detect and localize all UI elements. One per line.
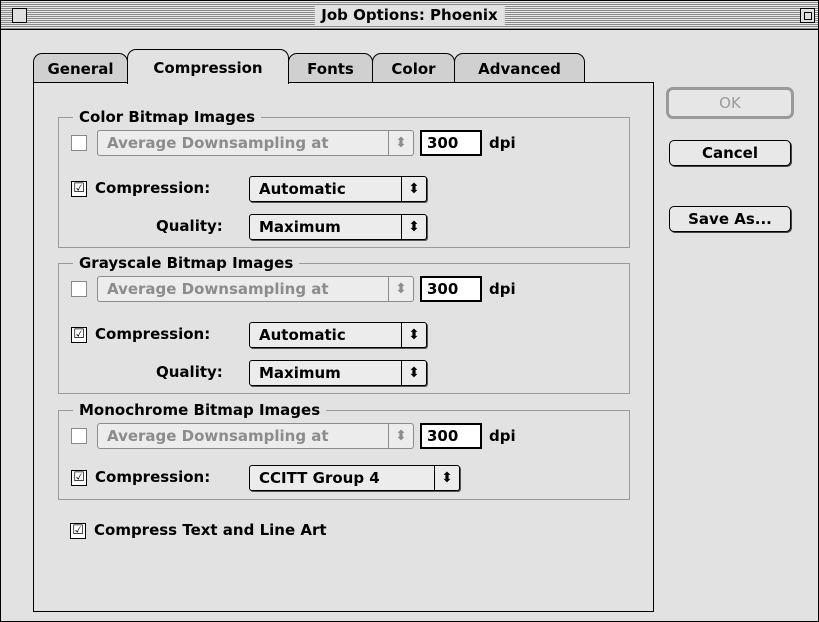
popup-arrows-icon: ⬍ xyxy=(388,424,413,448)
group-title: Monochrome Bitmap Images xyxy=(73,399,327,421)
downsampling-method-value: Average Downsampling at xyxy=(107,134,329,152)
cancel-button[interactable]: Cancel xyxy=(669,140,791,166)
quality-label: Quality: xyxy=(156,217,223,235)
color-bitmap-group: Color Bitmap Images Average Downsampling… xyxy=(58,106,630,248)
popup-arrows-icon: ⬍ xyxy=(401,215,426,239)
compression-value: Automatic xyxy=(259,326,346,344)
popup-arrows-icon: ⬍ xyxy=(401,361,426,385)
compression-select[interactable]: CCITT Group 4 ⬍ xyxy=(249,465,460,491)
popup-arrows-icon: ⬍ xyxy=(388,131,413,155)
dpi-field[interactable]: 300 xyxy=(420,130,482,156)
quality-value: Maximum xyxy=(259,364,341,382)
downsampling-method-value: Average Downsampling at xyxy=(107,427,329,445)
window-title: Job Options: Phoenix xyxy=(314,5,505,25)
close-box-icon[interactable] xyxy=(12,8,27,23)
tab-fonts[interactable]: Fonts xyxy=(288,53,373,83)
tab-compression[interactable]: Compression xyxy=(127,49,289,84)
popup-arrows-icon: ⬍ xyxy=(401,323,426,347)
compression-checkbox[interactable]: ☑ xyxy=(71,470,87,486)
zoom-box-icon[interactable] xyxy=(800,8,815,23)
group-title: Color Bitmap Images xyxy=(73,106,262,128)
grayscale-bitmap-group: Grayscale Bitmap Images Average Downsamp… xyxy=(58,252,630,394)
title-bar[interactable]: Job Options: Phoenix xyxy=(1,1,818,30)
monochrome-bitmap-group: Monochrome Bitmap Images Average Downsam… xyxy=(58,399,630,500)
downsampling-method-select[interactable]: Average Downsampling at ⬍ xyxy=(97,423,414,449)
downsampling-method-select[interactable]: Average Downsampling at ⬍ xyxy=(97,276,414,302)
compress-text-checkbox[interactable]: ☑ xyxy=(70,523,86,539)
popup-arrows-icon: ⬍ xyxy=(434,466,459,490)
downsampling-checkbox[interactable] xyxy=(71,135,87,151)
dpi-unit-label: dpi xyxy=(489,280,516,298)
tab-color[interactable]: Color xyxy=(372,53,455,83)
group-title: Grayscale Bitmap Images xyxy=(73,252,300,274)
downsampling-checkbox[interactable] xyxy=(71,428,87,444)
compression-value: CCITT Group 4 xyxy=(259,469,380,487)
tab-advanced[interactable]: Advanced xyxy=(454,53,585,83)
downsampling-checkbox[interactable] xyxy=(71,281,87,297)
downsampling-method-select[interactable]: Average Downsampling at ⬍ xyxy=(97,130,414,156)
compression-panel: Color Bitmap Images Average Downsampling… xyxy=(33,82,654,612)
compress-text-label: Compress Text and Line Art xyxy=(94,521,327,539)
quality-label: Quality: xyxy=(156,363,223,381)
popup-arrows-icon: ⬍ xyxy=(401,177,426,201)
compression-value: Automatic xyxy=(259,180,346,198)
compression-checkbox[interactable]: ☑ xyxy=(71,327,87,343)
compression-select[interactable]: Automatic ⬍ xyxy=(249,176,427,202)
dpi-field[interactable]: 300 xyxy=(420,276,482,302)
dpi-unit-label: dpi xyxy=(489,427,516,445)
compression-label: Compression: xyxy=(95,179,211,197)
save-as-button[interactable]: Save As... xyxy=(669,206,791,232)
dpi-field[interactable]: 300 xyxy=(420,423,482,449)
job-options-window: Job Options: Phoenix General Compression… xyxy=(0,0,819,622)
compression-label: Compression: xyxy=(95,325,211,343)
compression-label: Compression: xyxy=(95,468,211,486)
quality-select[interactable]: Maximum ⬍ xyxy=(249,214,427,240)
compression-select[interactable]: Automatic ⬍ xyxy=(249,322,427,348)
downsampling-method-value: Average Downsampling at xyxy=(107,280,329,298)
quality-value: Maximum xyxy=(259,218,341,236)
compression-checkbox[interactable]: ☑ xyxy=(71,181,87,197)
quality-select[interactable]: Maximum ⬍ xyxy=(249,360,427,386)
dpi-unit-label: dpi xyxy=(489,134,516,152)
ok-button[interactable]: OK xyxy=(666,87,794,119)
popup-arrows-icon: ⬍ xyxy=(388,277,413,301)
tab-general[interactable]: General xyxy=(33,53,128,83)
